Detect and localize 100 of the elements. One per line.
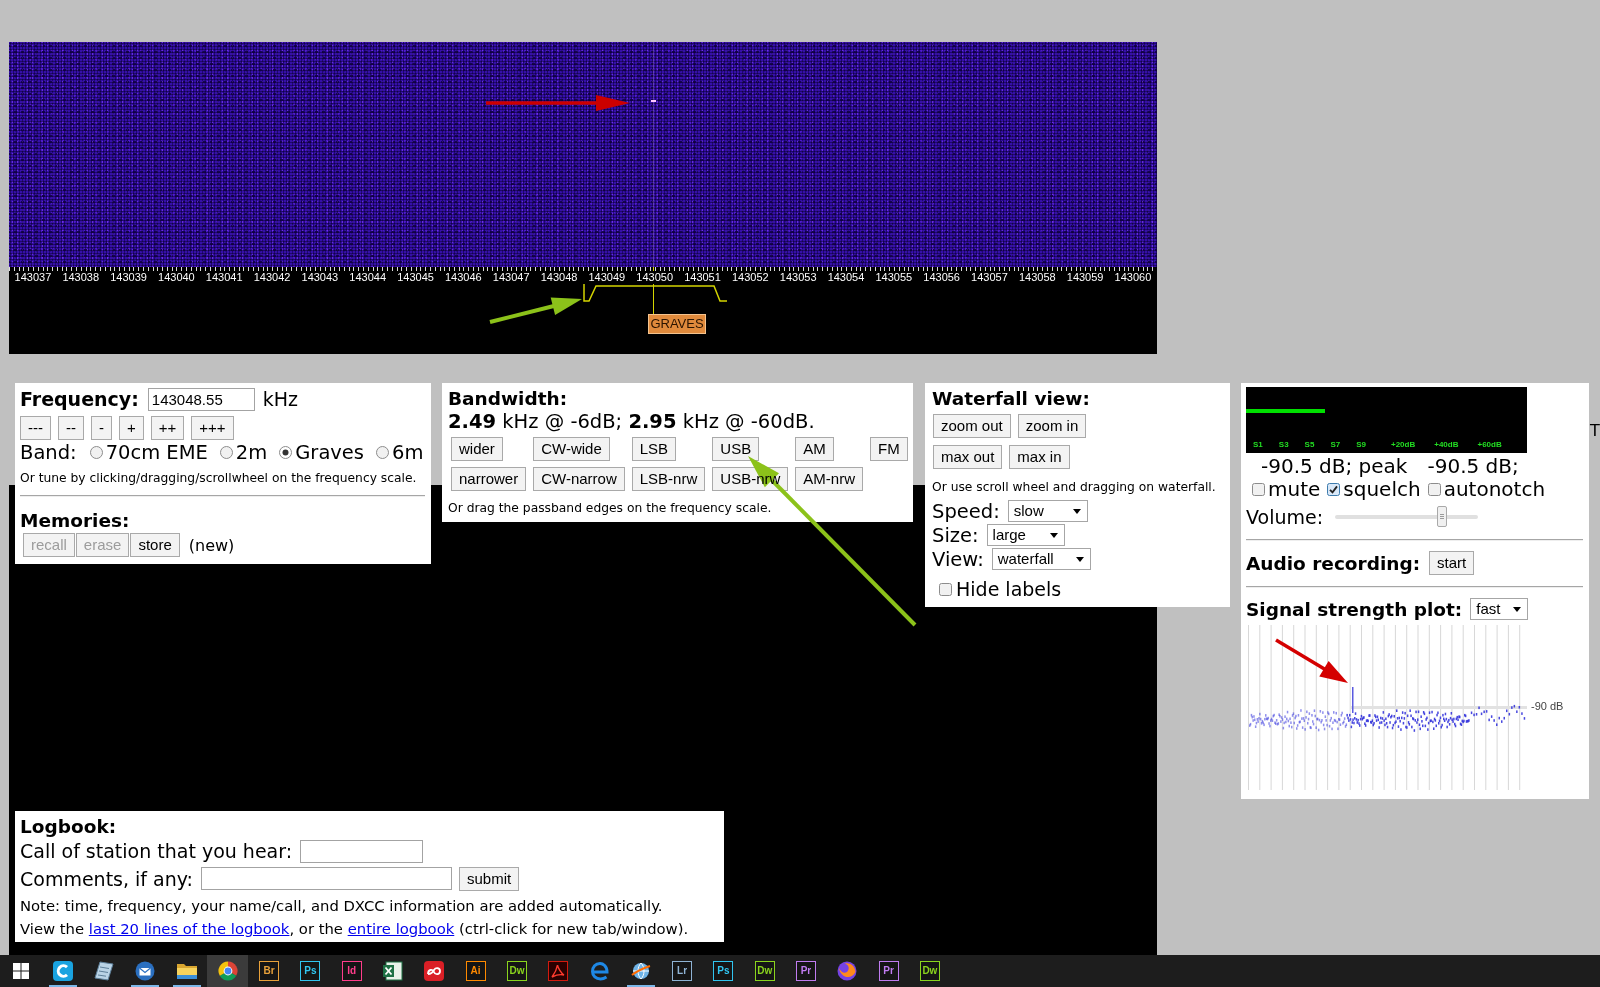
- dropdown-label: Speed:: [932, 499, 1000, 523]
- station-label[interactable]: GRAVES: [648, 314, 706, 334]
- mode-button[interactable]: LSB-nrw: [631, 467, 706, 491]
- meter-scale-label: S1: [1253, 440, 1263, 450]
- slider-thumb[interactable]: [1437, 506, 1448, 527]
- view-dropdown[interactable]: large: [986, 524, 1065, 546]
- mode-button[interactable]: CW-wide: [533, 437, 610, 461]
- mode-button[interactable]: wider: [451, 437, 503, 461]
- scale-label: 143050: [636, 271, 674, 284]
- app-logo: Pr: [878, 961, 899, 981]
- meter-scale-label: S9: [1356, 440, 1366, 450]
- meter-scale-label: S3: [1278, 440, 1289, 450]
- swirl-logo-icon: [589, 961, 610, 981]
- loop-tile-icon: [424, 961, 445, 981]
- mode-button[interactable]: CW-narrow: [533, 467, 625, 491]
- caret-icon: [1513, 606, 1522, 612]
- scale-label: 143054: [827, 271, 865, 284]
- view-button[interactable]: zoom out: [933, 414, 1011, 438]
- logbook-link[interactable]: last 20 lines of the logbook: [88, 920, 290, 937]
- taskbar-button[interactable]: Dw: [744, 955, 786, 987]
- taskbar-button[interactable]: Br: [248, 955, 290, 987]
- notepad-icon: [93, 961, 114, 981]
- taskbar-button[interactable]: Dw: [496, 955, 538, 987]
- arc-tile-icon: [52, 961, 73, 981]
- radio-button[interactable]: [279, 445, 293, 459]
- meter-scale-label: S5: [1304, 440, 1315, 450]
- scale-label: 143041: [205, 271, 243, 284]
- memory-button[interactable]: store: [130, 533, 180, 557]
- taskbar-button[interactable]: Pr: [867, 955, 910, 987]
- globe-icon: [630, 961, 651, 981]
- taskbar-button[interactable]: Id: [331, 955, 373, 987]
- step-button[interactable]: --: [58, 416, 84, 440]
- unit-label: kHz: [262, 388, 299, 410]
- dropdown-label: Size:: [932, 523, 979, 547]
- signal-reading: -90.5 dB; peak: [1261, 454, 1408, 478]
- taskbar-button[interactable]: Lr: [661, 955, 703, 987]
- mode-button[interactable]: USB: [712, 437, 760, 461]
- mode-button[interactable]: narrower: [451, 467, 527, 491]
- radio-button[interactable]: [376, 445, 390, 459]
- panel-heading: Logbook:: [20, 815, 117, 837]
- taskbar-button[interactable]: Pr: [785, 955, 827, 987]
- submit-button[interactable]: submit: [459, 866, 520, 891]
- view-button[interactable]: zoom in: [1017, 414, 1087, 438]
- mode-button[interactable]: AM-nrw: [795, 467, 863, 491]
- scale-label: 143046: [445, 271, 482, 284]
- radio-button[interactable]: [89, 445, 103, 459]
- taskbar-button[interactable]: Ps: [289, 955, 332, 987]
- bandwidth-summary: 2.49 kHz @ -6dB; 2.95 kHz @ -60dB.: [448, 411, 815, 433]
- field-label: Call of station that you hear:: [20, 840, 293, 862]
- radio-button[interactable]: [219, 445, 233, 459]
- mode-button[interactable]: AM: [795, 437, 834, 461]
- scale-label: 143051: [684, 271, 721, 284]
- checkbox[interactable]: [1427, 482, 1441, 496]
- step-button[interactable]: +++: [191, 416, 234, 440]
- checkbox-label[interactable]: autonotch: [1443, 477, 1546, 501]
- passband-marker[interactable]: [583, 283, 729, 303]
- checkbox[interactable]: [939, 582, 952, 596]
- radio-label[interactable]: Graves: [295, 440, 365, 464]
- app-logo: Pr: [796, 961, 816, 981]
- app-logo: Ps: [300, 961, 321, 981]
- mode-button[interactable]: FM: [870, 437, 908, 461]
- panel-heading: Audio recording:: [1246, 552, 1421, 574]
- taskbar-button[interactable]: Dw: [909, 955, 951, 987]
- view-dropdown[interactable]: waterfall: [991, 548, 1091, 570]
- step-button[interactable]: -: [91, 416, 112, 440]
- step-button[interactable]: ++: [150, 416, 185, 440]
- view-dropdown[interactable]: slow: [1007, 500, 1088, 522]
- taskbar-button[interactable]: Ai: [454, 955, 497, 987]
- panel-heading: Waterfall view:: [932, 387, 1090, 409]
- record-button[interactable]: start: [1429, 551, 1475, 575]
- comments-field[interactable]: [201, 867, 453, 890]
- view-button[interactable]: max in: [1009, 445, 1070, 469]
- radio-label[interactable]: 70cm EME: [105, 440, 208, 464]
- logbook-link[interactable]: entire logbook: [347, 920, 455, 937]
- checkbox[interactable]: [1252, 482, 1265, 496]
- app-logo: Id: [341, 961, 362, 981]
- panel-heading: Frequency:: [20, 388, 139, 410]
- frequency-scale[interactable]: 143037 143038 143039 143040 143041 143042 143043 143044 143045 143046 143047 143048 143049 143050 143051 143052 143053 143054 143055 143056 143057 143058 143059 143060 GRAVES: [9, 267, 1157, 354]
- scale-label: 143044: [349, 271, 387, 284]
- checkbox[interactable]: [1327, 482, 1341, 496]
- checkbox-label[interactable]: mute: [1268, 477, 1321, 501]
- scale-label: 143039: [110, 271, 147, 284]
- radio-label[interactable]: 2m: [235, 440, 268, 464]
- step-button[interactable]: ---: [20, 416, 51, 440]
- view-button[interactable]: max out: [933, 445, 1003, 469]
- frequency-field[interactable]: 143048.55: [147, 387, 255, 411]
- step-button[interactable]: +: [119, 416, 144, 440]
- volume-label: Volume:: [1246, 506, 1324, 528]
- meter-scale-label: +40dB: [1434, 440, 1459, 450]
- taskbar-button[interactable]: Ps: [702, 955, 745, 987]
- edge-text: T: [1590, 421, 1600, 440]
- taskbar-button[interactable]: [207, 955, 249, 987]
- checkbox-label[interactable]: Hide labels: [956, 578, 1062, 600]
- scale-label: 143045: [397, 271, 434, 284]
- radio-label[interactable]: 6m: [392, 440, 424, 464]
- call-sign-field[interactable]: [300, 839, 424, 863]
- mode-button[interactable]: LSB: [631, 437, 677, 461]
- dropdown-label: View:: [932, 547, 984, 571]
- checkbox-label[interactable]: squelch: [1343, 477, 1421, 501]
- plot-speed-dropdown[interactable]: fast: [1470, 598, 1529, 620]
